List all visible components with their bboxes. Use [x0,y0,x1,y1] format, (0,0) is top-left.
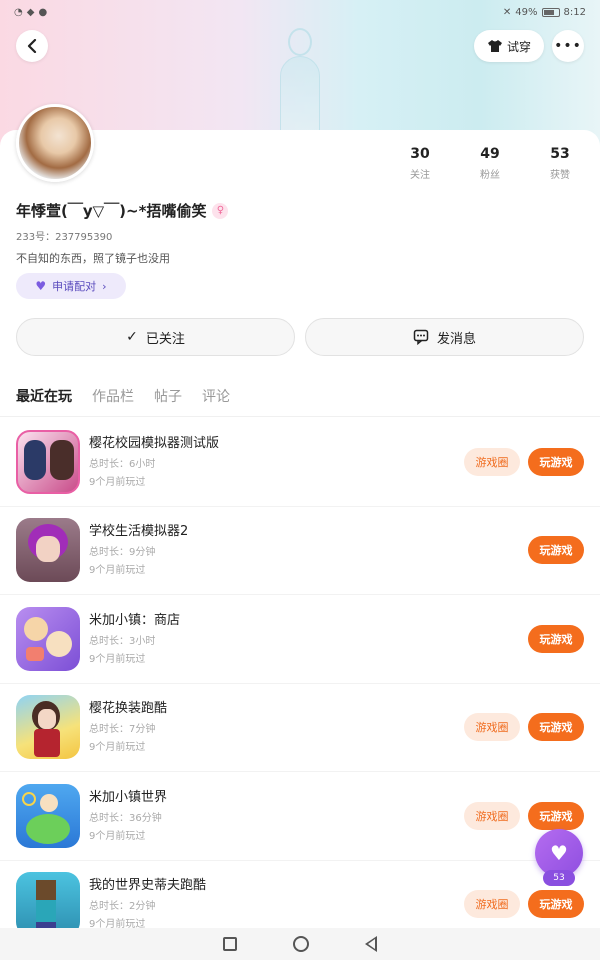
nickname: 年悸萱(￣y▽￣)~*捂嘴偷笑 [16,202,207,220]
chat-icon: ● [38,6,48,18]
game-duration: 总时长：9分钟 [89,547,156,559]
game-circle-button[interactable]: 游戏圈 [464,890,520,919]
tab-works[interactable]: 作品栏 [92,386,134,412]
game-icon [16,606,80,671]
follow-label: 已关注 [145,331,185,347]
clock: 8:12 [563,6,586,18]
action-row: ✓ 已关注 发消息 [16,318,584,356]
game-name: 樱花校园模拟器测试版 [89,435,220,451]
chevron-right-icon: › [102,279,107,293]
list-item[interactable]: 学校生活模拟器2 总时长：9分钟 9个月前玩过 玩游戏 [0,507,600,595]
mute-icon: ✕ [502,6,512,18]
game-last-played: 9个月前玩过 [89,742,146,754]
stat-label: 获赞 [550,170,570,181]
game-duration: 总时长：36分钟 [89,812,162,824]
avatar[interactable] [16,104,94,182]
profile-tabs: 最近在玩 作品栏 帖子 评论 [16,386,230,412]
stat-followers[interactable]: 49 粉丝 [460,146,520,181]
tryon-label: 试穿 [506,39,531,54]
stat-number: 49 [480,146,500,162]
stat-number: 30 [410,146,430,162]
play-game-button[interactable]: 玩游戏 [528,624,584,653]
avatar-3d-figure [270,28,330,138]
game-duration: 总时长：7分钟 [89,724,156,736]
user-id: 233号：237795390 [16,232,113,243]
game-name: 樱花换装跑酷 [89,701,168,717]
stat-number: 53 [550,146,570,162]
heart-icon: ♥ [550,841,568,865]
check-icon: ✓ [126,329,138,345]
game-last-played: 9个月前玩过 [89,565,146,577]
shirt-icon [487,40,502,52]
stat-likes[interactable]: 53 获赞 [530,146,590,181]
game-name: 米加小镇：商店 [89,612,181,628]
game-list: 樱花校园模拟器测试版 总时长：6小时 9个月前玩过 游戏圈 玩游戏 学校生活模拟… [0,418,600,949]
heart-icon: ♥ [35,279,47,293]
play-game-button[interactable]: 玩游戏 [528,801,584,830]
game-circle-button[interactable]: 游戏圈 [464,447,520,476]
game-last-played: 9个月前玩过 [89,476,146,488]
notification-icon: ◆ [26,6,35,18]
message-icon [413,329,429,345]
game-icon [16,783,80,848]
female-gender-icon: ♀ [212,202,229,219]
status-icons-left: ◔ ◆ ● [14,7,47,18]
game-last-played: 9个月前玩过 [89,653,146,665]
stat-following[interactable]: 30 关注 [390,146,450,181]
game-name: 我的世界史蒂夫跑酷 [89,878,207,894]
more-icon: ••• [554,38,582,54]
profile-stats: 30 关注 49 粉丝 53 获赞 [390,146,590,181]
list-item[interactable]: 樱花换装跑酷 总时长：7分钟 9个月前玩过 游戏圈 玩游戏 [0,684,600,772]
home-icon[interactable] [293,936,309,952]
game-icon [16,872,80,937]
pair-request-button[interactable]: ♥ 申请配对 › [16,273,126,299]
list-item[interactable]: 樱花校园模拟器测试版 总时长：6小时 9个月前玩过 游戏圈 玩游戏 [0,418,600,507]
recent-apps-icon[interactable] [223,937,237,951]
chevron-left-icon [27,39,37,53]
battery-text: 49% [515,6,538,18]
game-duration: 总时长：6小时 [89,458,156,470]
play-game-button[interactable]: 玩游戏 [528,447,584,476]
back-triangle-icon[interactable] [365,936,377,952]
like-count-badge: 53 [543,870,575,886]
play-game-button[interactable]: 玩游戏 [528,536,584,565]
game-name: 米加小镇世界 [89,789,168,805]
bio: 不自知的东西，照了镜子也没用 [16,252,170,265]
list-item[interactable]: 米加小镇世界 总时长：36分钟 9个月前玩过 游戏圈 玩游戏 [0,772,600,861]
battery-icon [541,7,560,17]
list-item[interactable]: 米加小镇：商店 总时长：3小时 9个月前玩过 玩游戏 [0,595,600,684]
back-button[interactable] [16,30,48,62]
message-label: 发消息 [436,331,476,347]
play-game-button[interactable]: 玩游戏 [528,713,584,742]
tab-posts[interactable]: 帖子 [154,386,182,412]
status-bar: ◔ ◆ ● ✕ 49% 8:12 [0,0,600,24]
follow-button[interactable]: ✓ 已关注 [16,318,295,356]
game-duration: 总时长：3小时 [89,635,156,647]
game-duration: 总时长：2分钟 [89,901,156,913]
status-icons-right: ✕ 49% 8:12 [503,7,586,18]
stat-label: 关注 [410,170,430,181]
game-circle-button[interactable]: 游戏圈 [464,801,520,830]
game-icon [16,695,80,760]
tab-recent[interactable]: 最近在玩 [16,386,72,412]
message-button[interactable]: 发消息 [305,318,584,356]
game-last-played: 9个月前玩过 [89,830,146,842]
wifi-icon: ◔ [14,6,23,18]
tab-comments[interactable]: 评论 [202,386,230,412]
stat-label: 粉丝 [480,170,500,181]
nickname-row: 年悸萱(￣y▽￣)~*捂嘴偷笑 ♀ [16,200,229,221]
pair-label: 申请配对 [52,280,97,293]
game-icon [16,518,80,583]
more-button[interactable]: ••• [552,30,584,62]
game-icon [16,429,80,494]
game-name: 学校生活模拟器2 [89,524,189,540]
game-circle-button[interactable]: 游戏圈 [464,713,520,742]
tryon-button[interactable]: 试穿 [474,30,544,62]
divider [0,416,600,417]
system-nav-bar [0,928,600,960]
play-game-button[interactable]: 玩游戏 [528,890,584,919]
